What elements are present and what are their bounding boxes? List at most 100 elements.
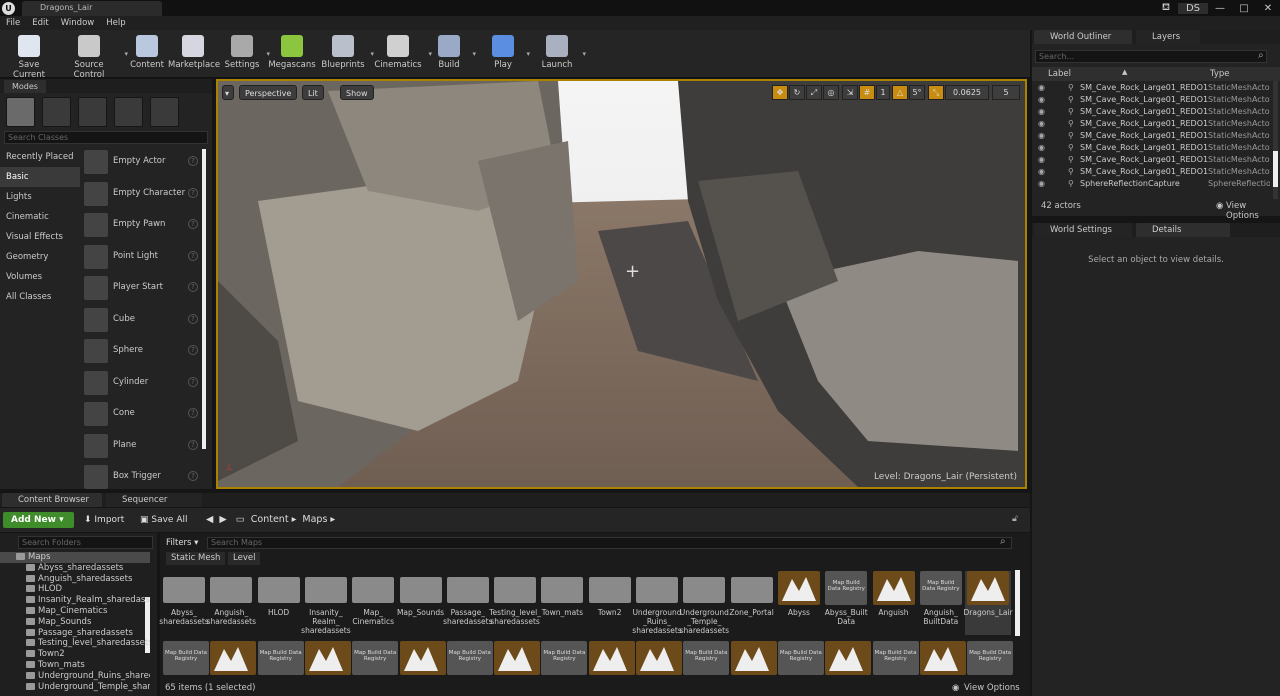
category-geometry[interactable]: Geometry xyxy=(0,247,80,267)
tab-details[interactable]: Details xyxy=(1136,223,1230,237)
help-icon[interactable]: ? xyxy=(188,439,198,450)
user-badge[interactable]: DS xyxy=(1178,2,1208,14)
add-new-button[interactable]: Add New ▾ xyxy=(3,512,74,528)
tab-sequencer[interactable]: Sequencer xyxy=(106,493,202,507)
build-data-icon[interactable]: Map Build Data Registry xyxy=(352,641,399,675)
build-data-icon[interactable]: Map Build Data Registry xyxy=(541,641,588,675)
folder-item[interactable]: Underground_Temple_shar xyxy=(0,682,150,693)
place-mode-icon[interactable] xyxy=(6,97,35,127)
outliner-row[interactable]: ◉ ⚲ SM_Cave_Rock_Large01_REDO184 StaticMesh… xyxy=(1032,82,1270,94)
toolbar-megascans-button[interactable]: Megascans xyxy=(268,32,316,76)
column-label[interactable]: Label xyxy=(1048,69,1071,79)
toolbar-marketplace-button[interactable]: Marketplace xyxy=(168,32,220,76)
map-icon[interactable] xyxy=(730,641,777,675)
build-data-icon[interactable]: Map Build Data Registry xyxy=(257,641,304,675)
asset-tile[interactable]: Underground _Ruins_ sharedassets xyxy=(632,571,682,635)
map-icon[interactable] xyxy=(919,641,966,675)
asset-tile[interactable]: Map Build Data Registry Abyss_Built Data xyxy=(823,571,869,635)
rotation-snap-icon[interactable]: △ xyxy=(892,85,908,100)
class-item-box-trigger[interactable]: Box Trigger? xyxy=(84,463,204,493)
forward-icon[interactable]: ▶ xyxy=(219,514,226,525)
foliage-mode-icon[interactable] xyxy=(114,97,143,127)
help-icon[interactable]: ? xyxy=(188,376,198,387)
map-icon[interactable] xyxy=(825,641,872,675)
translate-tool-icon[interactable]: ✥ xyxy=(772,85,788,100)
folder-item[interactable]: Underground_Ruins_sharec xyxy=(0,671,150,682)
outliner-row[interactable]: ◉ ⚲ SM_Cave_Rock_Large01_REDO184 StaticMesh… xyxy=(1032,154,1270,166)
outliner-scrollbar[interactable] xyxy=(1273,81,1278,199)
close-icon[interactable]: ✕ xyxy=(1256,3,1280,14)
toolbar-source-control-button[interactable]: Source Control ▾ xyxy=(58,32,128,80)
assets-view-options[interactable]: View Options xyxy=(964,681,1020,696)
tab-content-browser[interactable]: Content Browser xyxy=(2,493,102,507)
help-icon[interactable]: ? xyxy=(188,219,198,229)
help-icon[interactable]: ? xyxy=(188,313,198,324)
tab-world-settings[interactable]: World Settings xyxy=(1034,223,1132,237)
folder-item[interactable]: Testing_level_sharedassets xyxy=(0,638,150,649)
visibility-eye-icon[interactable]: ◉ xyxy=(1038,166,1045,178)
asset-tile[interactable]: Map Build Data Registry Anguish_ BuiltDat… xyxy=(918,571,964,635)
category-recently-placed[interactable]: Recently Placed xyxy=(0,147,80,167)
asset-tile[interactable]: Town_mats xyxy=(539,571,585,635)
asset-tile[interactable]: Map_Sounds xyxy=(397,571,444,635)
scale-snap-value[interactable]: 0.0625 xyxy=(945,85,989,100)
build-data-icon[interactable]: Map Build Data Registry xyxy=(967,641,1014,675)
tab-world-outliner[interactable]: World Outliner xyxy=(1034,30,1132,44)
dropdown-arrow-icon[interactable]: ▾ xyxy=(472,50,476,58)
toolbar-blueprints-button[interactable]: Blueprints ▾ xyxy=(320,32,374,76)
surface-snap-icon[interactable]: ⇲ xyxy=(842,85,858,100)
scale-snap-icon[interactable]: ⤡ xyxy=(928,85,944,100)
map-icon[interactable] xyxy=(210,641,257,675)
visibility-eye-icon[interactable]: ◉ xyxy=(1038,142,1045,154)
search-folders-input[interactable]: Search Folders xyxy=(18,536,153,549)
outliner-view-options[interactable]: View Options xyxy=(1226,201,1280,221)
visibility-eye-icon[interactable]: ◉ xyxy=(1038,154,1045,166)
toolbar-build-button[interactable]: Build ▾ xyxy=(430,32,476,76)
visibility-eye-icon[interactable]: ◉ xyxy=(1038,178,1045,190)
class-item-cube[interactable]: Cube? xyxy=(84,306,204,336)
geometry-mode-icon[interactable] xyxy=(150,97,179,127)
folder-item[interactable]: Abyss_sharedassets xyxy=(0,563,150,574)
help-icon[interactable]: ? xyxy=(188,282,198,292)
dropdown-arrow-icon[interactable]: ▾ xyxy=(582,50,586,58)
help-icon[interactable]: ? xyxy=(188,187,198,198)
visibility-eye-icon[interactable]: ◉ xyxy=(1038,130,1045,142)
import-button[interactable]: ⬇ Import xyxy=(84,512,124,528)
dropdown-arrow-icon[interactable]: ▾ xyxy=(526,50,530,58)
build-data-icon[interactable]: Map Build Data Registry xyxy=(683,641,730,675)
menu-window[interactable]: Window xyxy=(61,16,95,30)
asset-tile[interactable]: Insanity_ Realm_ sharedassets xyxy=(301,571,351,635)
asset-tile[interactable]: Zone_Portal xyxy=(729,571,775,635)
map-icon[interactable] xyxy=(399,641,446,675)
paint-mode-icon[interactable] xyxy=(42,97,71,127)
visibility-eye-icon[interactable]: ◉ xyxy=(1038,94,1045,106)
breadcrumb-content[interactable]: Content xyxy=(251,514,289,525)
outliner-row[interactable]: ◉ ⚲ SM_Cave_Rock_Large01_REDO184 StaticMesh… xyxy=(1032,118,1270,130)
source-control-icon[interactable]: ⛾ xyxy=(1154,2,1178,15)
outliner-row[interactable]: ◉ ⚲ SM_Cave_Rock_Large01_REDO184 StaticMesh… xyxy=(1032,142,1270,154)
rotate-tool-icon[interactable]: ↻ xyxy=(789,85,805,100)
scale-tool-icon[interactable]: ⤢ xyxy=(806,85,822,100)
outliner-row[interactable]: ◉ ⚲ SM_Cave_Rock_Large01_REDO184 StaticMesh… xyxy=(1032,106,1270,118)
class-item-empty-character[interactable]: Empty Character? xyxy=(84,180,204,210)
folder-item[interactable]: HLOD xyxy=(0,584,150,595)
asset-scrollbar[interactable] xyxy=(1015,570,1020,636)
maximize-icon[interactable]: □ xyxy=(1232,3,1256,14)
grid-snap-value[interactable]: 1 xyxy=(876,85,890,100)
landscape-mode-icon[interactable] xyxy=(78,97,107,127)
asset-tile[interactable]: Passage_ sharedassets xyxy=(443,571,493,635)
save-all-button[interactable]: ▣ Save All xyxy=(140,512,188,528)
folder-item[interactable]: Anguish_sharedassets xyxy=(0,574,150,585)
filter-chip-level[interactable]: Level xyxy=(228,552,261,565)
outliner-search-input[interactable]: Search... xyxy=(1035,50,1267,63)
menu-help[interactable]: Help xyxy=(106,16,125,30)
class-item-sphere[interactable]: Sphere? xyxy=(84,337,204,367)
build-data-icon[interactable]: Map Build Data Registry xyxy=(777,641,824,675)
help-icon[interactable]: ? xyxy=(188,471,198,481)
map-icon[interactable] xyxy=(304,641,351,675)
asset-tile[interactable]: Abyss xyxy=(776,571,822,635)
build-data-icon[interactable]: Map Build Data Registry xyxy=(872,641,919,675)
lit-button[interactable]: Lit xyxy=(302,85,324,100)
camera-speed-button[interactable]: 5 xyxy=(992,85,1020,100)
outliner-row[interactable]: ◉ ⚲ SM_Cave_Rock_Large01_REDO184 StaticMesh… xyxy=(1032,94,1270,106)
